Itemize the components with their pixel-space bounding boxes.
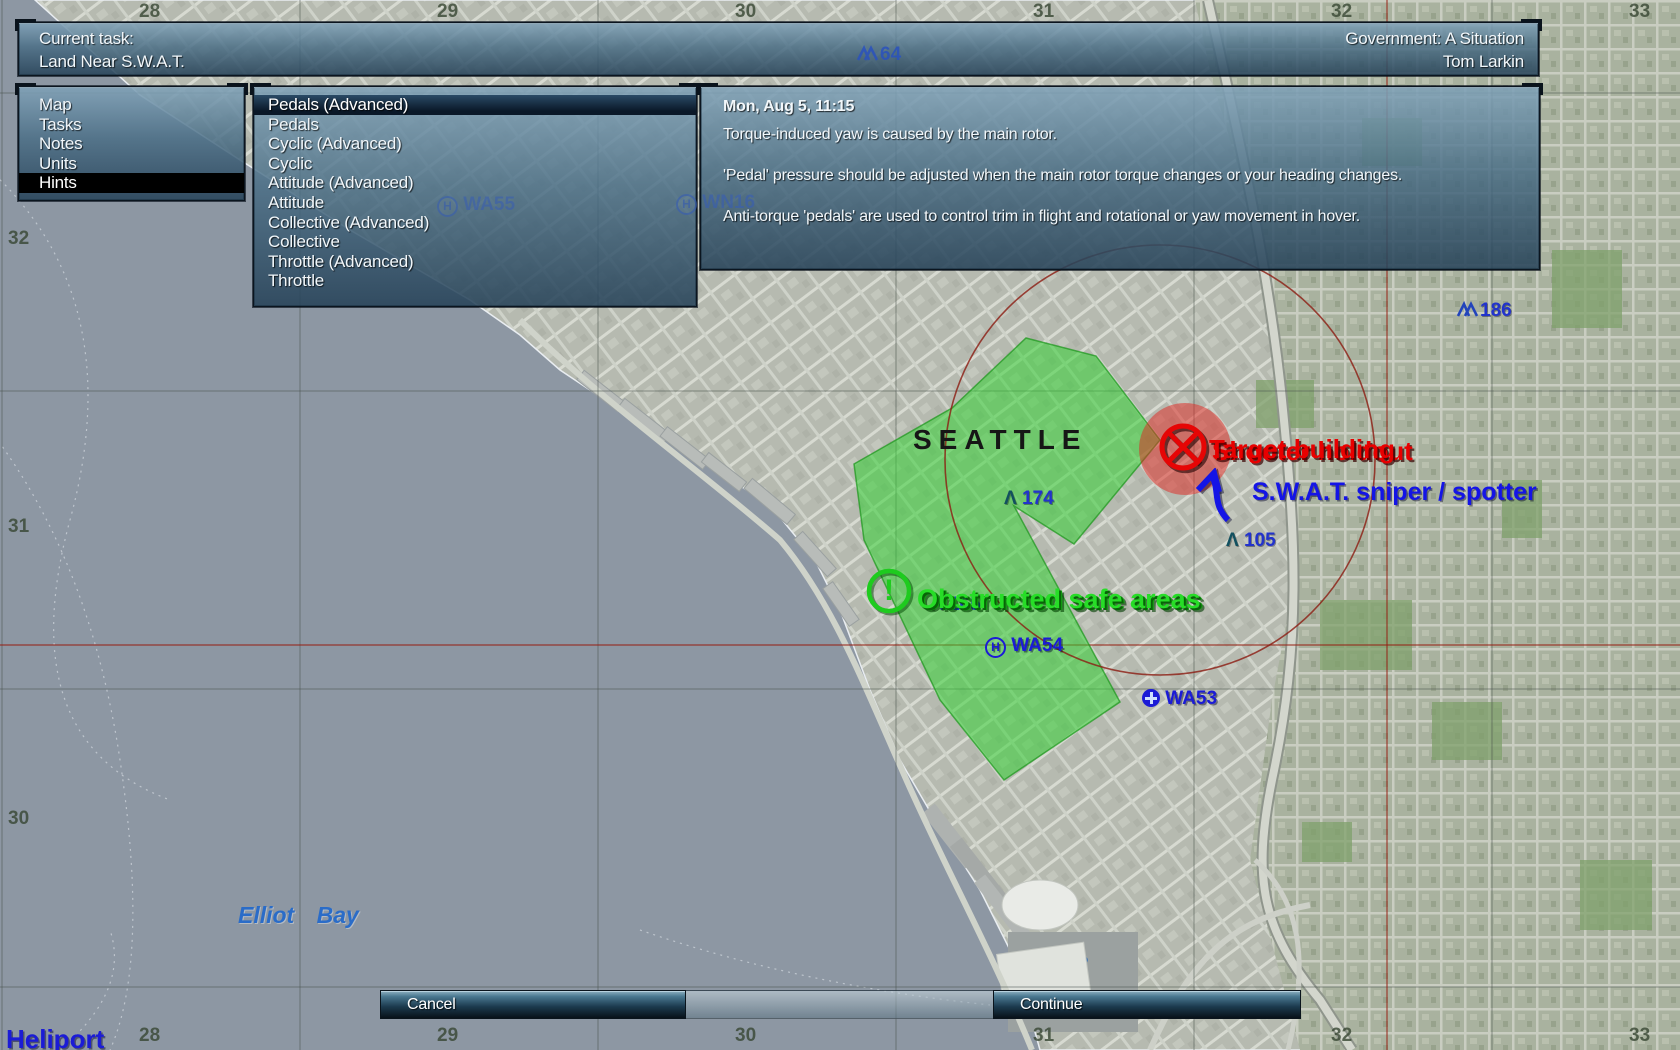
topic-item-cyclic-advanced[interactable]: Cyclic (Advanced) bbox=[254, 134, 696, 154]
tower-marker-64: 64 bbox=[856, 44, 901, 66]
topic-item-throttle-advanced[interactable]: Throttle (Advanced) bbox=[254, 252, 696, 272]
menu-item-tasks[interactable]: Tasks bbox=[19, 115, 244, 135]
grid-row-label: 30 bbox=[8, 808, 29, 830]
menu-item-map[interactable]: Map bbox=[19, 95, 244, 115]
swat-sniper-label: S.W.A.T. sniper / spotter bbox=[1252, 478, 1537, 507]
grid-col-label: 33 bbox=[1629, 1025, 1650, 1047]
helipad-icon: H bbox=[676, 194, 697, 215]
mission-title: Government: A Situation bbox=[1345, 29, 1524, 49]
grid-col-label: 33 bbox=[1629, 1, 1650, 23]
helipad-dot-icon bbox=[1142, 689, 1160, 707]
topic-item-attitude-advanced[interactable]: Attitude (Advanced) bbox=[254, 173, 696, 193]
helipad-marker-WA55: H WA55 bbox=[437, 194, 515, 217]
elevation-marker-174: Λ 174 bbox=[1004, 488, 1054, 510]
footer-bar bbox=[686, 990, 993, 1019]
hint-text-line: Torque-induced yaw is caused by the main… bbox=[723, 126, 1057, 144]
hint-text-line: 'Pedal' pressure should be adjusted when… bbox=[723, 167, 1402, 185]
tower-icon bbox=[1456, 301, 1480, 318]
tower-icon bbox=[856, 45, 880, 62]
helipad-marker-WA54: H WA54 bbox=[985, 635, 1063, 658]
grid-row-label: 32 bbox=[8, 228, 29, 250]
topic-item-collective[interactable]: Collective bbox=[254, 232, 696, 252]
elevation-icon: Λ bbox=[1004, 488, 1017, 509]
heliport-label: Heliport bbox=[6, 1024, 104, 1050]
helipad-icon: H bbox=[437, 196, 458, 217]
topic-item-throttle[interactable]: Throttle bbox=[254, 271, 696, 291]
grid-col-label: 31 bbox=[1033, 1, 1054, 23]
grid-col-label: 30 bbox=[735, 1025, 756, 1047]
helipad-marker-WN16: H WN16 bbox=[676, 192, 755, 215]
elevation-marker-105: Λ 105 bbox=[1226, 530, 1276, 552]
helipad-icon: H bbox=[985, 637, 1006, 658]
obstructed-safe-areas-marker: ! Obstructed safe areas Obstructed safe … bbox=[863, 564, 917, 618]
topic-item-pedals-advanced[interactable]: Pedals (Advanced) bbox=[254, 95, 696, 115]
current-task-name: Land Near S.W.A.T. bbox=[39, 52, 185, 72]
menu-item-notes[interactable]: Notes bbox=[19, 134, 244, 154]
target-building-label: Target building bbox=[1209, 434, 1395, 465]
city-label: SEATTLE bbox=[913, 424, 1087, 456]
warning-icon: ! bbox=[863, 564, 917, 618]
svg-text:!: ! bbox=[884, 574, 894, 607]
helipad-marker-WA53: WA53 bbox=[1142, 688, 1217, 710]
swat-arrow-icon bbox=[1192, 468, 1250, 528]
menu-item-units[interactable]: Units bbox=[19, 154, 244, 174]
water-label: Elliot Bay bbox=[238, 902, 359, 929]
cancel-button[interactable]: Cancel bbox=[380, 990, 686, 1019]
briefing-menu-panel: Map Tasks Notes Units Hints bbox=[18, 86, 245, 201]
topic-item-cyclic[interactable]: Cyclic bbox=[254, 154, 696, 174]
hint-content-panel: Mon, Aug 5, 11:15 Torque-induced yaw is … bbox=[700, 86, 1540, 270]
grid-col-label: 32 bbox=[1331, 1025, 1352, 1047]
hint-datetime: Mon, Aug 5, 11:15 bbox=[723, 98, 854, 116]
elevation-icon: Λ bbox=[1226, 530, 1239, 551]
topic-item-pedals[interactable]: Pedals bbox=[254, 115, 696, 135]
continue-button[interactable]: Continue bbox=[993, 990, 1301, 1019]
hint-text-line: Anti-torque 'pedals' are used to control… bbox=[723, 208, 1360, 226]
grid-col-label: 29 bbox=[437, 1, 458, 23]
grid-col-label: 30 bbox=[735, 1, 756, 23]
grid-col-label: 28 bbox=[139, 1025, 160, 1047]
briefing-screen: 28 29 30 31 32 33 28 29 30 31 32 33 32 3… bbox=[0, 0, 1680, 1050]
grid-row-label: 31 bbox=[8, 516, 29, 538]
current-task-label: Current task: bbox=[39, 29, 134, 49]
menu-item-hints[interactable]: Hints bbox=[19, 173, 244, 193]
current-task-bar: Current task: Land Near S.W.A.T. Governm… bbox=[18, 22, 1539, 76]
grid-col-label: 31 bbox=[1033, 1025, 1054, 1047]
grid-col-label: 29 bbox=[437, 1025, 458, 1047]
tower-marker-186: 186 bbox=[1456, 300, 1512, 322]
grid-col-label: 32 bbox=[1331, 1, 1352, 23]
pilot-name: Tom Larkin bbox=[1443, 52, 1524, 72]
obstructed-label: Obstructed safe areas bbox=[917, 584, 1201, 615]
grid-col-label: 28 bbox=[139, 1, 160, 23]
